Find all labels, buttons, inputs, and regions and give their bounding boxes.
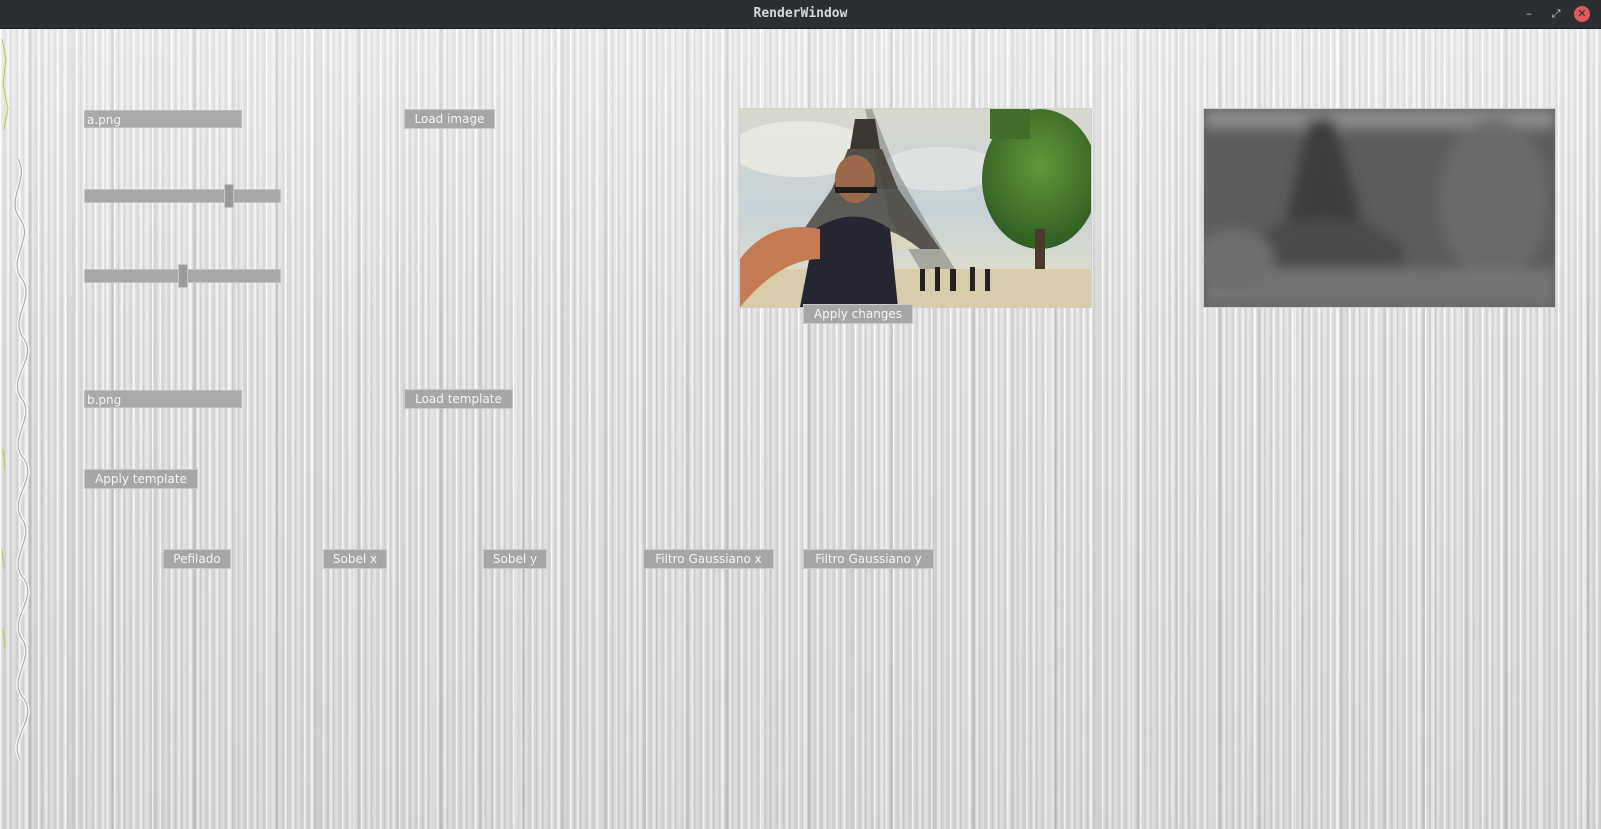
processed-image — [1203, 108, 1556, 308]
pefilado-button[interactable]: Pefilado — [163, 549, 231, 569]
load-image-button[interactable]: Load image — [404, 109, 495, 129]
apply-changes-button[interactable]: Apply changes — [803, 304, 913, 324]
minimize-icon[interactable]: – — [1521, 6, 1537, 22]
render-window: RenderWindow – ⤢ ✕ a.png Load image b.pn… — [0, 0, 1601, 829]
apply-template-button[interactable]: Apply template — [84, 469, 198, 489]
render-canvas: a.png Load image b.png Load template App… — [0, 29, 1601, 829]
gauss-y-button[interactable]: Filtro Gaussiano y — [803, 549, 934, 569]
original-image — [739, 108, 1092, 308]
gauss-x-button[interactable]: Filtro Gaussiano x — [643, 549, 774, 569]
close-icon[interactable]: ✕ — [1574, 6, 1590, 22]
maximize-icon[interactable]: ⤢ — [1548, 6, 1564, 22]
slider-2[interactable] — [84, 264, 281, 288]
slider-2-thumb[interactable] — [178, 264, 188, 288]
sobel-y-button[interactable]: Sobel y — [483, 549, 547, 569]
title-bar: RenderWindow – ⤢ ✕ — [0, 0, 1601, 29]
image-path-input[interactable]: a.png — [84, 110, 242, 128]
decorative-edge-strip — [1, 38, 30, 761]
load-template-button[interactable]: Load template — [404, 389, 513, 409]
slider-1-thumb[interactable] — [224, 184, 234, 208]
sobel-x-button[interactable]: Sobel x — [323, 549, 387, 569]
original-photo-drawing — [740, 109, 1091, 307]
window-title: RenderWindow — [753, 6, 848, 21]
template-path-input[interactable]: b.png — [84, 390, 242, 408]
slider-1[interactable] — [84, 184, 281, 208]
processed-photo-drawing — [1204, 109, 1555, 307]
